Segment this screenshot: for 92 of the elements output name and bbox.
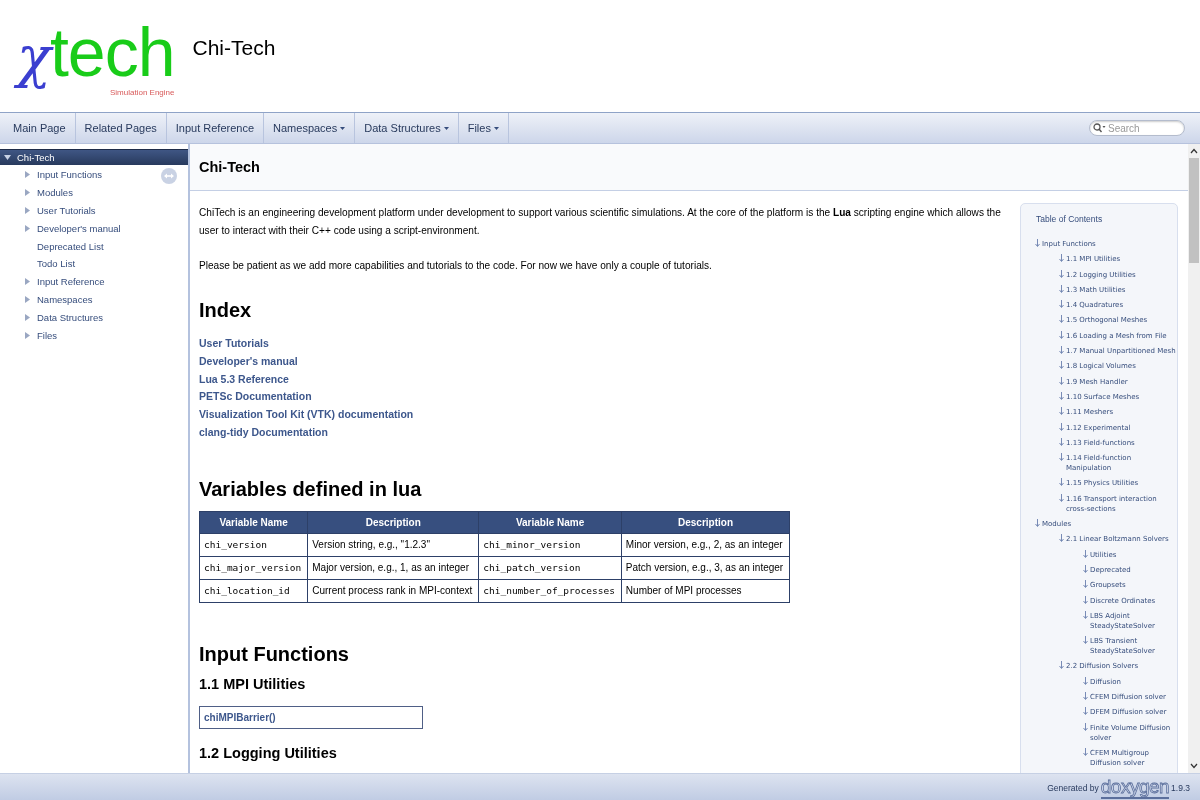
tree-item[interactable]: Namespaces [0,290,188,309]
arrow-down-icon [1083,636,1088,645]
page-title: Chi-Tech [199,159,260,175]
expand-icon[interactable] [24,295,31,303]
table-cell: chi_location_id [199,579,308,603]
tree-item[interactable]: User Tutorials [0,201,188,220]
tree-item[interactable]: Deprecated List [0,237,188,255]
arrow-down-icon [1059,254,1064,263]
tree-item[interactable]: Data Structures [0,308,188,327]
table-cell: Patch version, e.g., 3, as an integer [621,556,790,580]
table-cell: Version string, e.g., "1.2.3" [307,533,479,557]
arrow-down-icon [1059,300,1064,309]
arrow-down-icon [1083,692,1088,700]
index-link[interactable]: Visualization Tool Kit (VTK) documentation [199,408,414,421]
arrow-down-icon [1059,269,1064,278]
arrow-down-icon [1035,519,1040,528]
table-cell: Number of MPI processes [621,579,790,603]
arrow-down-icon [1059,493,1064,502]
project-name: Chi-Tech [192,36,276,60]
index-link[interactable]: Lua 5.3 Reference [199,372,289,385]
expand-icon[interactable] [24,189,31,197]
index-link[interactable]: User Tutorials [199,337,269,349]
expand-icon[interactable] [24,171,31,179]
arrow-down-icon [1059,391,1064,400]
expand-icon[interactable] [24,207,31,214]
arrow-down-icon [1059,437,1064,446]
section-heading: Variables defined in lua [199,477,423,501]
arrow-down-icon [1059,453,1064,462]
expand-icon[interactable] [24,331,31,339]
arrow-down-icon [1059,407,1064,416]
tree-item[interactable]: Input Reference [0,272,188,291]
column-header: Variable Name [199,511,308,534]
toc-title: Table of Contents [1036,214,1104,224]
column-header: Variable Name [478,511,622,534]
section-heading: Index [199,299,253,322]
arrow-down-icon [1083,610,1088,619]
arrow-down-icon [1059,534,1064,543]
table-cell: chi_major_version [199,556,308,580]
version-text: 1.9.3 [1171,782,1190,793]
search-field[interactable]: Search [1089,120,1185,136]
table-cell: Current process rank in MPI-context [307,579,479,603]
generated-by-text: Generated by [1047,782,1099,793]
arrow-down-icon [1083,549,1088,558]
scroll-thumb[interactable] [1189,158,1199,263]
arrow-down-icon [1083,595,1088,604]
arrow-down-icon [1059,284,1064,293]
column-header: Description [621,511,790,534]
index-link[interactable]: clang-tidy Documentation [199,426,328,438]
tree-item[interactable]: Developer's manual [0,219,188,238]
arrow-down-icon [1083,722,1088,731]
function-link[interactable]: chiMPIBarrier() [204,711,276,723]
table-cell: chi_minor_version [478,533,622,557]
paragraph: Please be patient as we add more capabilities and tutorials to the code. For now we have only a couple of tutorials. [199,259,713,273]
tree-item[interactable]: Modules [0,183,188,202]
tree-item[interactable]: Files [0,326,188,344]
expand-icon[interactable] [24,224,31,232]
arrow-down-icon [1059,422,1064,431]
index-link[interactable]: PETSc Documentation [199,390,312,403]
tree-item[interactable]: Todo List [0,255,188,273]
index-link[interactable]: Developer's manual [199,354,298,367]
arrow-down-icon [1059,346,1064,355]
table-cell: Minor version, e.g., 2, as an integer [621,533,790,557]
subsection-heading: 1.1 MPI Utilities [199,675,307,692]
arrow-down-icon [1083,707,1088,716]
arrow-down-icon [1059,478,1064,487]
arrow-down-icon [1035,239,1040,247]
table-cell: Major version, e.g., 1, as an integer [307,556,479,580]
scrollbar[interactable] [1188,144,1200,773]
table-cell: chi_number_of_processes [478,579,622,603]
collapse-icon[interactable] [4,154,11,161]
arrow-down-icon [1059,661,1064,670]
subsection-heading: 1.2 Logging Utilities [199,744,338,761]
arrow-down-icon [1083,580,1088,589]
scroll-down-icon[interactable] [1190,763,1198,769]
paragraph: ChiTech is an engineering development platform under development to support various scientific simulations. At the core of the platform is the Lua scripting engine which allows the user to interact with their C++ code using a script-environment. [199,206,1002,238]
sync-icon[interactable] [161,168,177,184]
arrow-down-icon [1083,564,1088,573]
arrow-down-icon [1059,330,1064,339]
arrow-down-icon [1083,747,1088,756]
tree-item[interactable]: Input Functions [0,166,188,184]
expand-icon[interactable] [24,278,31,286]
column-header: Description [307,511,479,534]
scroll-up-icon[interactable] [1190,148,1198,154]
arrow-down-icon [1083,676,1088,685]
section-heading: Input Functions [199,642,350,666]
table-cell: chi_version [199,533,308,557]
tree-item[interactable]: Chi-Tech [0,149,188,165]
expand-icon[interactable] [24,313,31,321]
table-cell: chi_patch_version [478,556,622,580]
arrow-down-icon [1059,361,1064,370]
arrow-down-icon [1059,376,1064,385]
arrow-down-icon [1059,315,1064,324]
